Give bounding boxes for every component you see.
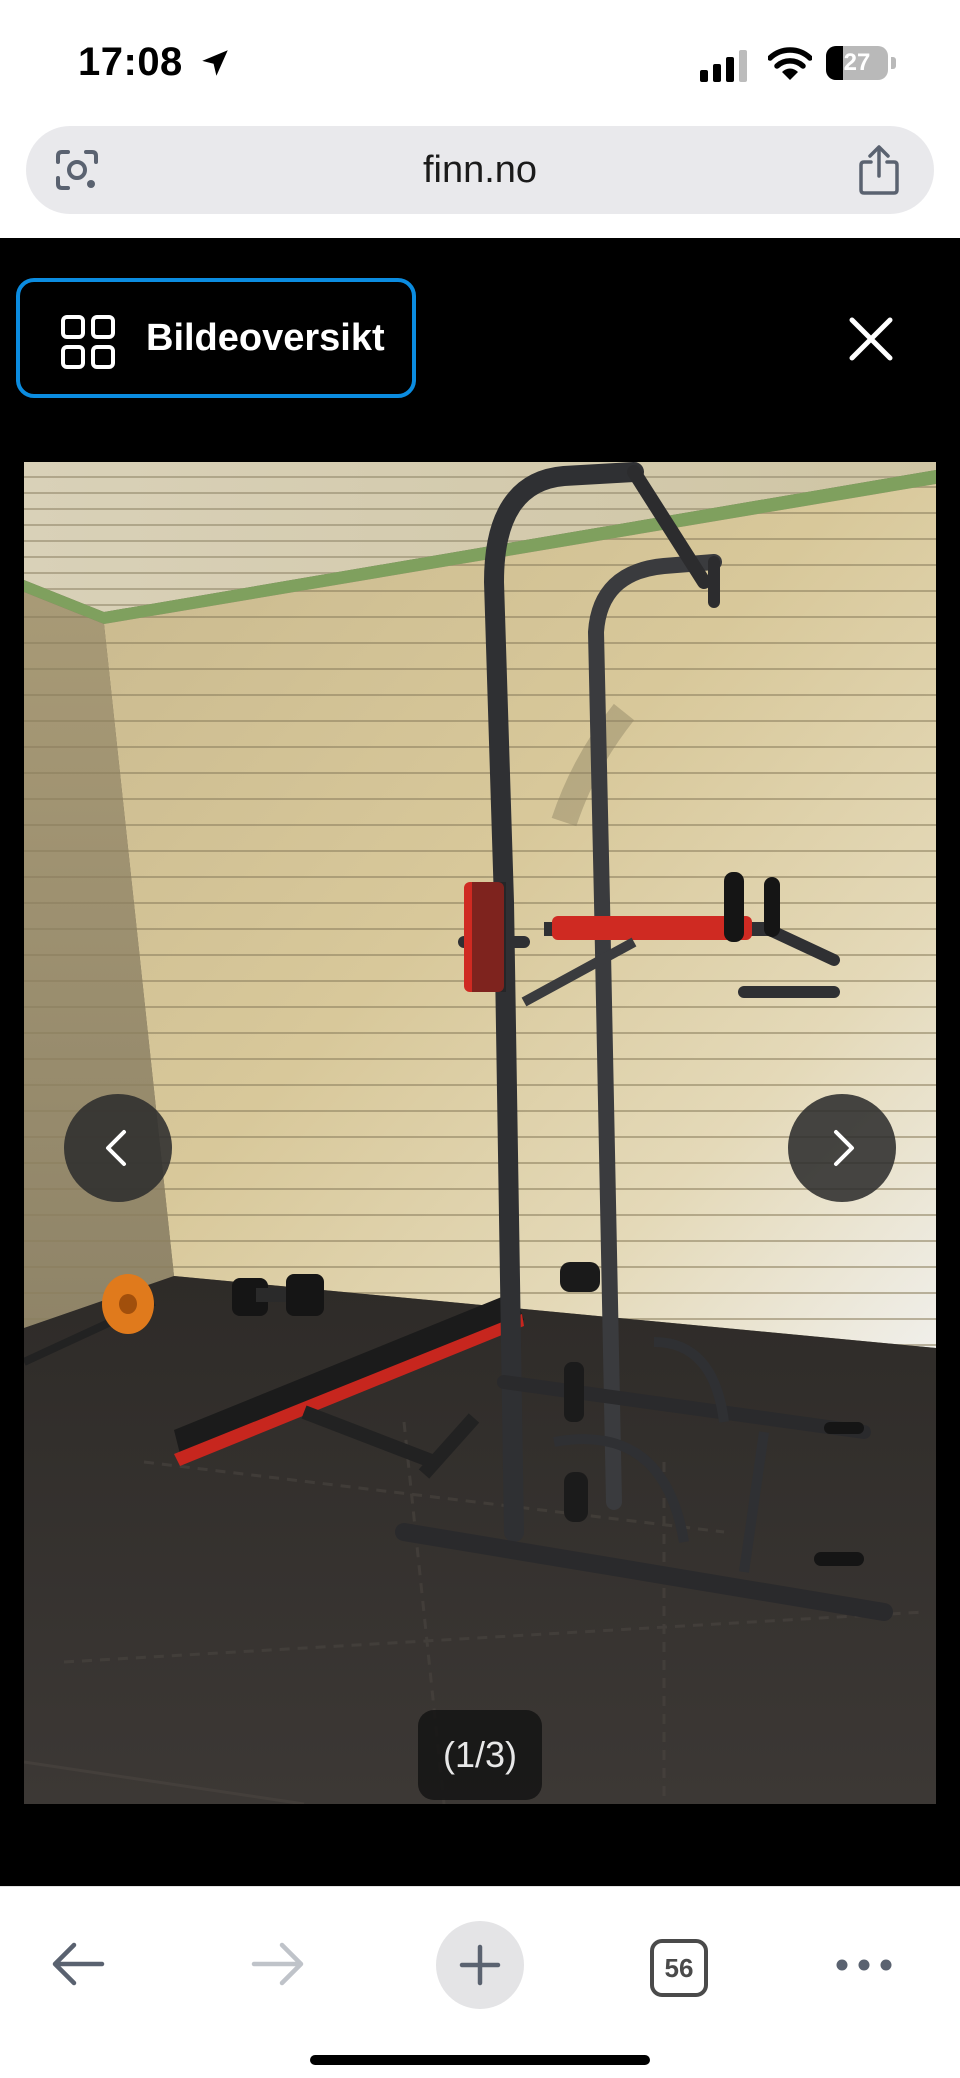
new-tab-button[interactable] [436,1921,524,2009]
close-icon[interactable] [846,314,896,364]
tab-count-button[interactable]: 56 [650,1939,708,1997]
chevron-right-icon [834,1130,854,1166]
url-text: finn.no [422,149,538,191]
previous-image-button[interactable] [64,1094,172,1202]
battery-level: 27 [843,49,871,76]
next-image-button[interactable] [788,1094,896,1202]
share-icon[interactable] [856,144,902,196]
address-bar-container: finn.no [0,120,960,238]
browser-toolbar: 56 [0,1886,960,2078]
address-bar[interactable]: finn.no [26,126,934,214]
arrow-right-icon[interactable] [248,1939,308,1989]
battery-indicator: 27 [826,46,896,80]
status-time: 17:08 [78,40,183,84]
cellular-signal-icon [700,50,747,82]
plus-icon [459,1944,501,1986]
location-arrow-icon [202,50,228,76]
arrow-left-icon[interactable] [48,1939,108,1989]
chevron-left-icon [106,1130,126,1166]
status-bar: 17:08 27 [0,0,960,120]
image-counter: (1/3) [418,1710,542,1800]
wifi-icon [768,47,812,80]
image-overview-button[interactable]: Bildeoversikt [16,278,416,398]
grid-icon [61,315,115,369]
image-viewer: Bildeoversikt (1/3) [0,238,960,1886]
ellipsis-icon[interactable] [834,1955,894,1975]
home-indicator [310,2055,650,2065]
image-overview-label: Bildeoversikt [146,317,385,359]
